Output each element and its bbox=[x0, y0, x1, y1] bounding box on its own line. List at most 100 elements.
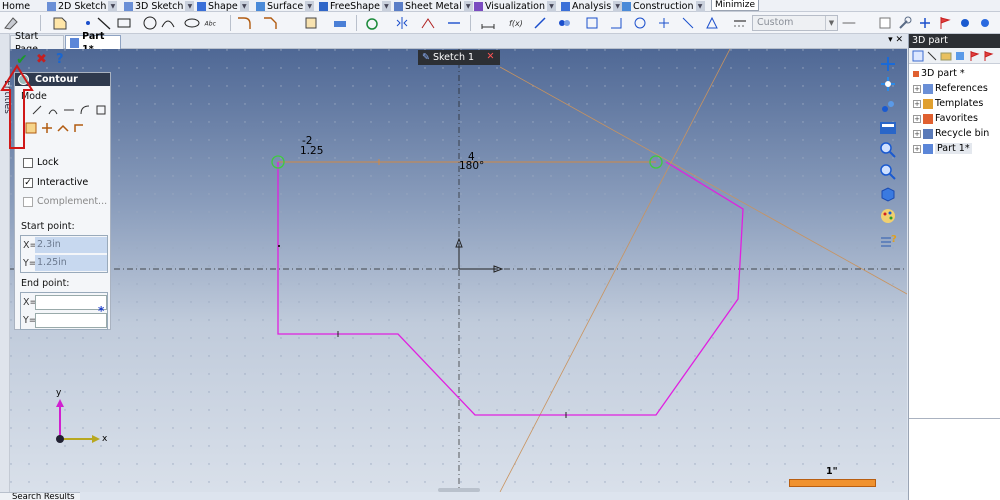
chamfer-icon[interactable] bbox=[262, 15, 278, 31]
expand-icon[interactable]: + bbox=[913, 144, 921, 153]
zoom-icon[interactable] bbox=[879, 141, 897, 159]
constraint-icon[interactable] bbox=[584, 15, 600, 31]
close-icon[interactable]: ✕ bbox=[484, 51, 497, 64]
line-style-icon[interactable] bbox=[732, 15, 748, 31]
offset-icon[interactable] bbox=[304, 15, 320, 31]
start-y-field[interactable]: 1.25in bbox=[35, 255, 107, 271]
arc-icon[interactable] bbox=[160, 15, 176, 31]
constraint-icon[interactable] bbox=[608, 15, 624, 31]
tab-visualization[interactable]: Visualization ▼ bbox=[474, 0, 557, 12]
close-icon[interactable]: ▾ ✕ bbox=[888, 35, 903, 45]
tree-item-part-1[interactable]: + Part 1* bbox=[913, 143, 972, 154]
arrow-icon[interactable] bbox=[926, 50, 938, 62]
chevron-down-icon[interactable]: ▼ bbox=[463, 0, 473, 12]
help-icon[interactable]: ? bbox=[56, 52, 64, 67]
pattern-icon[interactable] bbox=[332, 15, 348, 31]
tree-item-favorites[interactable]: + Favorites bbox=[913, 113, 978, 124]
chevron-down-icon[interactable]: ▼ bbox=[185, 0, 195, 12]
lock-option[interactable]: Lock bbox=[23, 157, 59, 168]
extend-icon[interactable] bbox=[446, 15, 462, 31]
settings-icon[interactable] bbox=[977, 15, 993, 31]
constraint-icon[interactable] bbox=[556, 15, 572, 31]
tab-sheet-metal[interactable]: Sheet Metal ▼ bbox=[394, 0, 473, 12]
flag-icon[interactable] bbox=[982, 50, 994, 62]
checkbox-icon[interactable] bbox=[877, 15, 893, 31]
settings-icon[interactable] bbox=[957, 15, 973, 31]
tree-item-3d-part[interactable]: 3D part * bbox=[913, 68, 965, 79]
expand-icon[interactable]: + bbox=[913, 84, 921, 93]
circle-icon[interactable] bbox=[142, 15, 158, 31]
text-icon[interactable]: Abc bbox=[204, 15, 220, 31]
tangent-mode-icon[interactable] bbox=[47, 104, 59, 116]
filter-icon[interactable] bbox=[954, 50, 966, 62]
tab-start-page[interactable]: Start Page bbox=[10, 31, 64, 55]
tab-part-1[interactable]: Part 1* bbox=[65, 31, 121, 55]
snap-mode-icon[interactable] bbox=[57, 122, 69, 134]
palette-icon[interactable] bbox=[879, 207, 897, 225]
interactive-checkbox[interactable]: ✓ bbox=[23, 177, 33, 188]
tree-item-references[interactable]: + References bbox=[913, 83, 988, 94]
rectangle-icon[interactable] bbox=[116, 15, 132, 31]
layers-icon[interactable] bbox=[940, 50, 952, 62]
scrollbar[interactable] bbox=[438, 488, 480, 492]
constraint-icon[interactable] bbox=[532, 15, 548, 31]
tab-analysis[interactable]: Analysis ▼ bbox=[561, 0, 623, 12]
chevron-down-icon[interactable]: ▼ bbox=[613, 0, 623, 12]
lock-checkbox[interactable] bbox=[23, 157, 33, 168]
rotate-view-icon[interactable] bbox=[879, 75, 897, 93]
sketch-view-icon[interactable] bbox=[879, 119, 897, 137]
end-x-field[interactable] bbox=[35, 294, 107, 310]
search-results-tab[interactable]: Search Results bbox=[0, 492, 80, 500]
view-cube-icon[interactable] bbox=[879, 185, 897, 203]
wrench-icon[interactable] bbox=[897, 15, 913, 31]
trim-icon[interactable] bbox=[420, 15, 436, 31]
tree-item-templates[interactable]: + Templates bbox=[913, 98, 983, 109]
chevron-down-icon[interactable]: ▼ bbox=[305, 0, 315, 12]
mirror-icon[interactable] bbox=[394, 15, 410, 31]
chevron-down-icon[interactable]: ▼ bbox=[695, 0, 705, 12]
sketch-tab[interactable]: ✎ Sketch 1 ✕ bbox=[418, 50, 500, 65]
complement-checkbox[interactable] bbox=[23, 196, 33, 207]
complement-option[interactable]: Complement... bbox=[23, 196, 107, 207]
line-weight-icon[interactable] bbox=[842, 15, 858, 31]
expand-icon[interactable]: + bbox=[913, 129, 921, 138]
rotate-icon[interactable] bbox=[364, 15, 380, 31]
dimension-text[interactable]: 1.25 bbox=[300, 145, 323, 157]
tab-2d-sketch[interactable]: 2D Sketch ▼ bbox=[47, 0, 118, 12]
flag-icon[interactable] bbox=[968, 50, 980, 62]
chevron-down-icon[interactable]: ▼ bbox=[239, 0, 249, 12]
ellipse-icon[interactable] bbox=[184, 15, 200, 31]
chevron-down-icon[interactable]: ▼ bbox=[381, 0, 391, 12]
tab-home[interactable]: Home bbox=[2, 0, 30, 12]
orbit-icon[interactable] bbox=[879, 97, 897, 115]
select-icon[interactable] bbox=[912, 50, 924, 62]
constraint-icon[interactable] bbox=[704, 15, 720, 31]
help-icon[interactable]: ? bbox=[879, 231, 897, 249]
interactive-option[interactable]: ✓ Interactive bbox=[23, 177, 88, 188]
tab-shape[interactable]: Shape ▼ bbox=[197, 0, 249, 12]
end-y-field[interactable] bbox=[35, 312, 107, 328]
start-x-field[interactable]: 2.3in bbox=[35, 237, 107, 253]
tab-surface[interactable]: Surface ▼ bbox=[256, 0, 315, 12]
dimension-icon[interactable] bbox=[480, 15, 496, 31]
tree-item-recycle-bin[interactable]: + Recycle bin bbox=[913, 128, 989, 139]
snap-mode-icon[interactable] bbox=[73, 122, 85, 134]
chevron-down-icon[interactable]: ▼ bbox=[547, 0, 557, 12]
tab-freeshape[interactable]: FreeShape ▼ bbox=[319, 0, 391, 12]
constraint-icon[interactable] bbox=[680, 15, 696, 31]
tab-construction[interactable]: Construction ▼ bbox=[622, 0, 705, 12]
equation-icon[interactable]: f(x) bbox=[508, 15, 524, 31]
expand-icon[interactable]: + bbox=[913, 99, 921, 108]
zoom-fit-icon[interactable] bbox=[879, 163, 897, 181]
flag-icon[interactable] bbox=[937, 15, 953, 31]
constraint-icon[interactable] bbox=[632, 15, 648, 31]
drawing-canvas[interactable]: -2 1.25 4 180° y x bbox=[10, 49, 907, 492]
arc-mode-icon[interactable] bbox=[63, 104, 75, 116]
spline-mode-icon[interactable] bbox=[95, 104, 107, 116]
line-style-select[interactable]: Custom ▼ bbox=[752, 15, 838, 31]
dimension-text[interactable]: 180° bbox=[459, 160, 484, 172]
expand-icon[interactable]: + bbox=[913, 114, 921, 123]
constraint-icon[interactable] bbox=[656, 15, 672, 31]
move-icon[interactable] bbox=[917, 15, 933, 31]
snap-mode-icon[interactable] bbox=[41, 122, 53, 134]
